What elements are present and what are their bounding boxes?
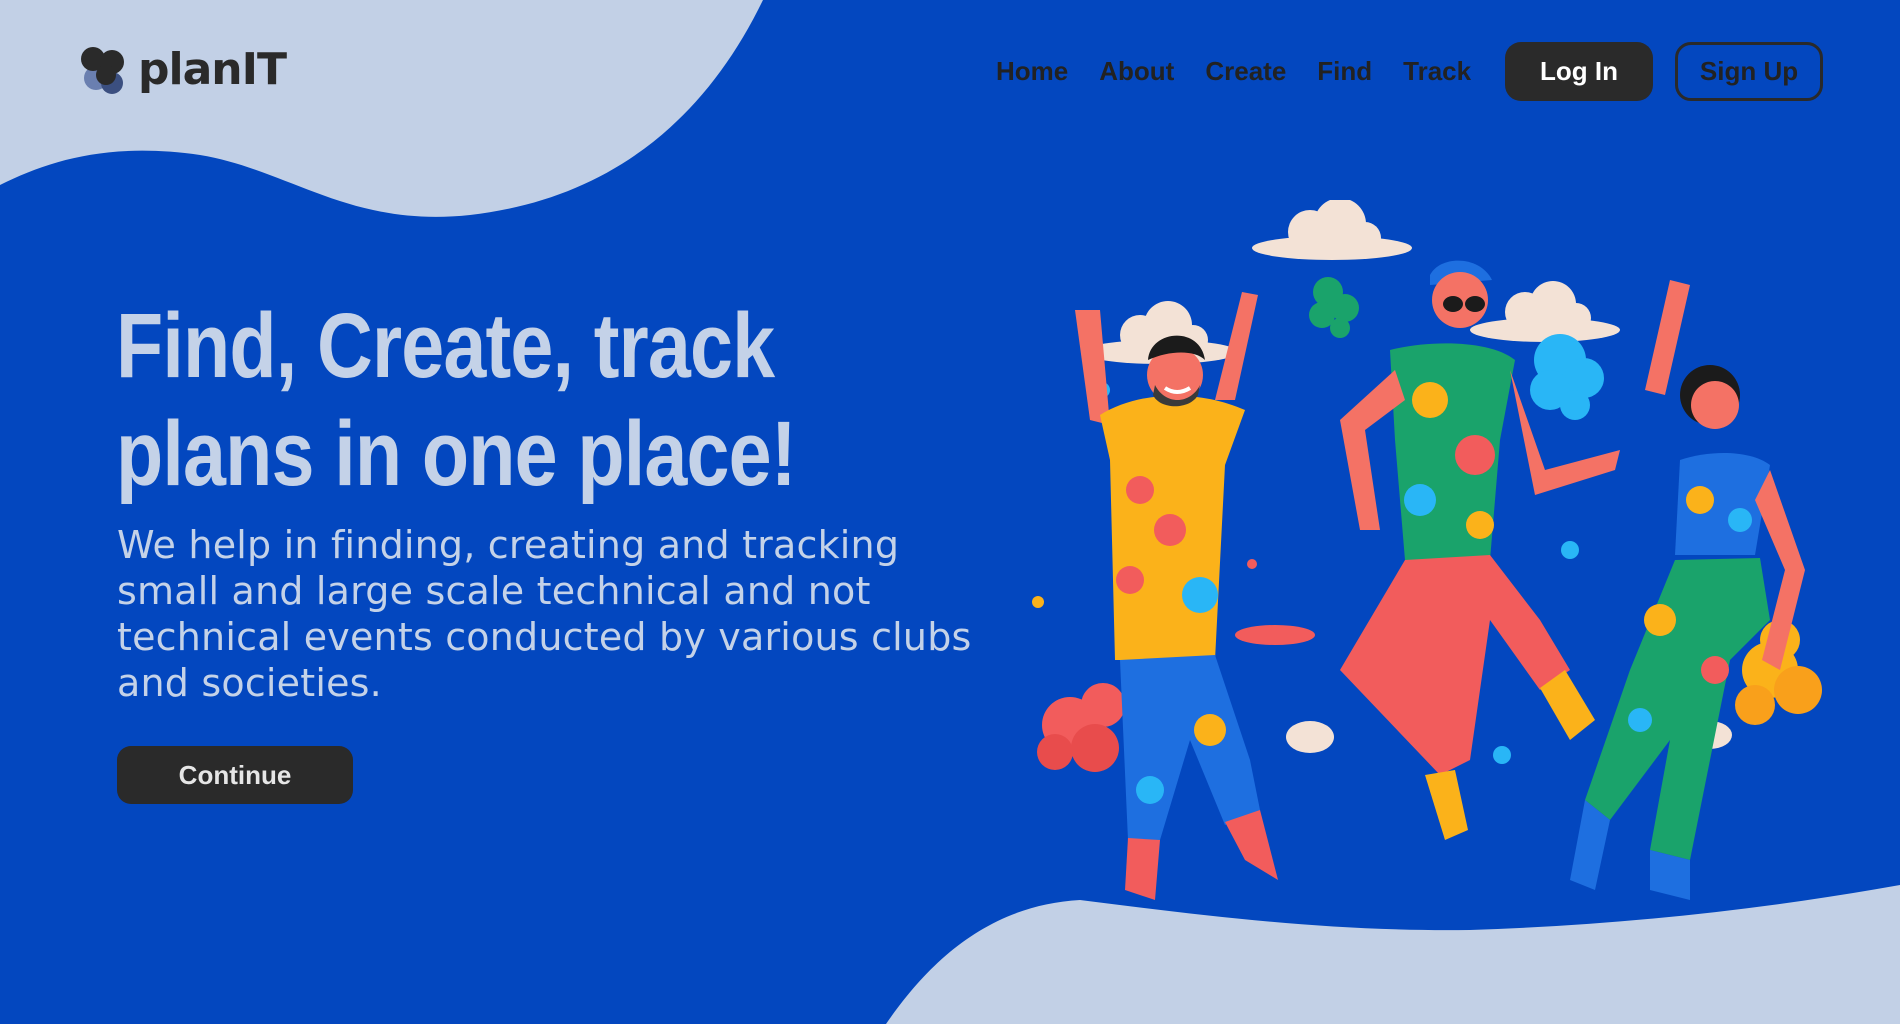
continue-button[interactable]: Continue — [117, 746, 353, 804]
nav-track[interactable]: Track — [1403, 54, 1471, 88]
nav-home[interactable]: Home — [996, 54, 1068, 88]
nav-find[interactable]: Find — [1317, 54, 1372, 88]
hero-title: Find, Create, track plans in one place! — [116, 292, 838, 508]
nav-about[interactable]: About — [1099, 54, 1174, 88]
clover-logo-icon — [81, 47, 124, 94]
main-nav: Home About Create Find Track — [996, 54, 1471, 88]
hero-title-line-1: Find, Create, track — [116, 295, 775, 397]
three-dancing-people-illustration — [1032, 200, 1822, 900]
brand-logo[interactable]: planIT — [76, 42, 287, 98]
brand-name: planIT — [138, 44, 287, 95]
nav-create[interactable]: Create — [1205, 54, 1286, 88]
hero-description: We help in finding, creating and trackin… — [117, 523, 972, 705]
login-button[interactable]: Log In — [1505, 42, 1653, 101]
hero-title-line-2: plans in one place! — [116, 403, 797, 505]
signup-button[interactable]: Sign Up — [1675, 42, 1823, 101]
